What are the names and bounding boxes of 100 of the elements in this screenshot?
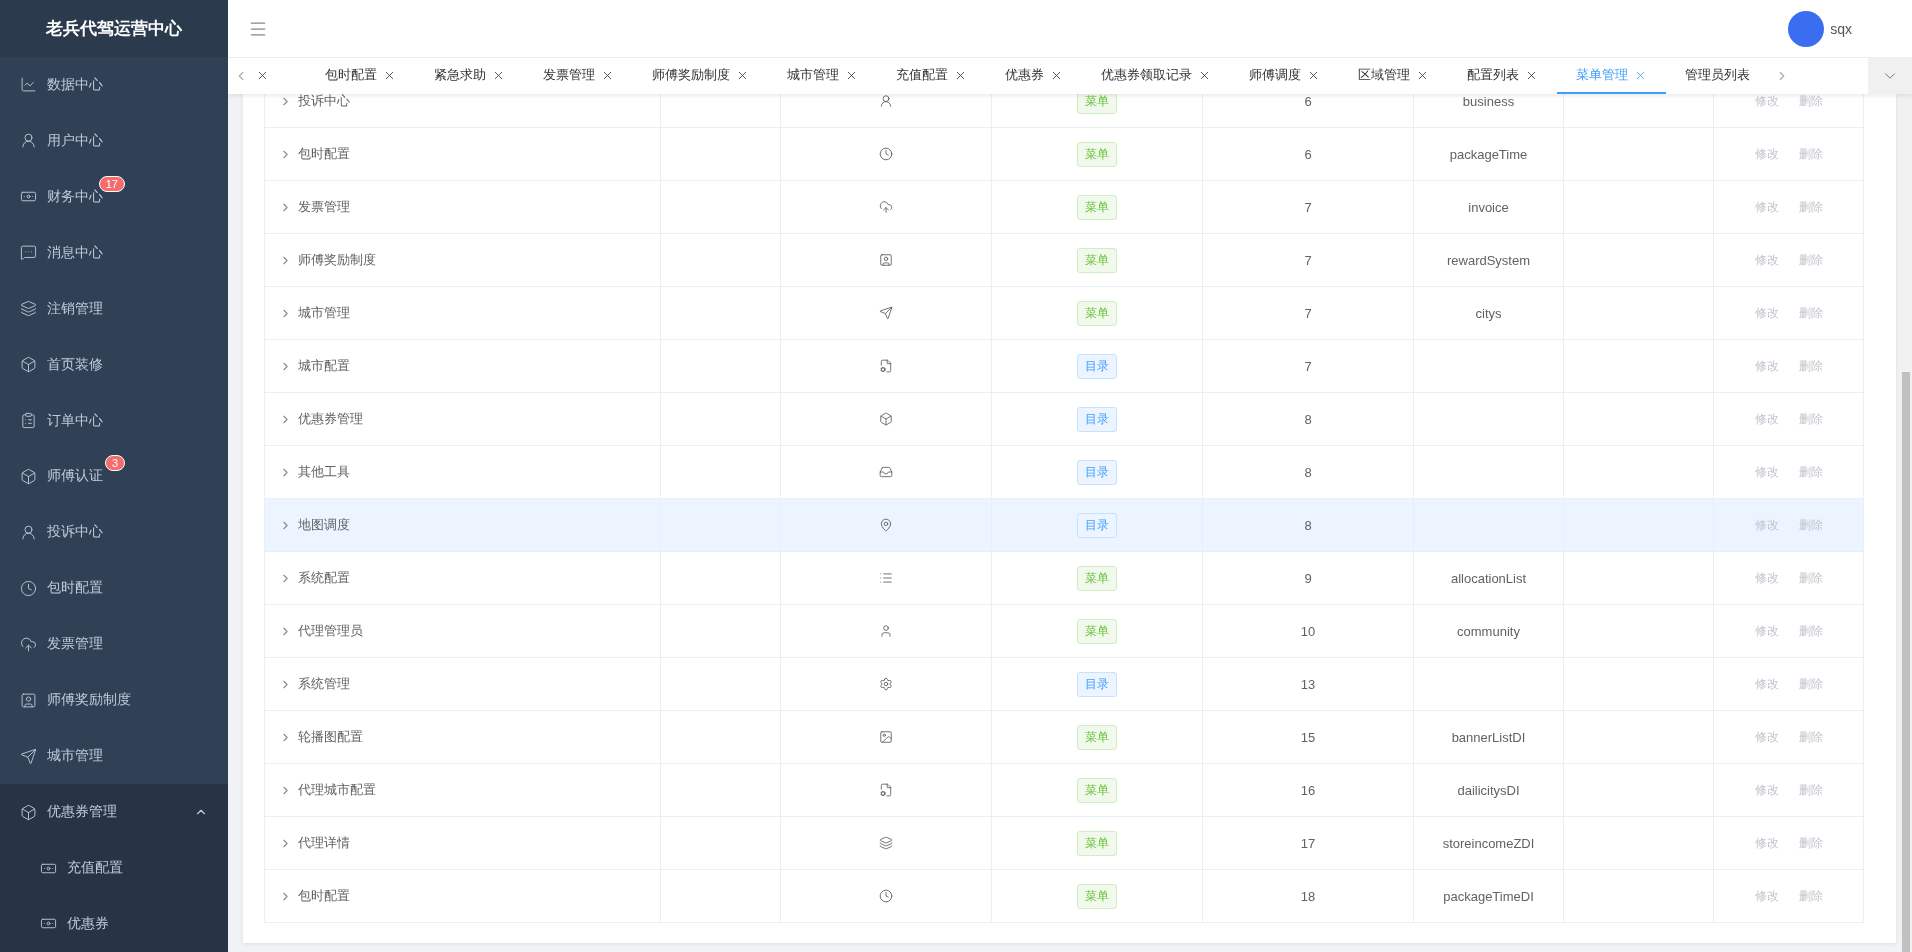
menu-name: 优惠券管理 xyxy=(298,410,363,428)
type-tag: 目录 xyxy=(1077,353,1117,379)
sidebar-item[interactable]: 消息中心 xyxy=(0,224,228,281)
file-gear-icon xyxy=(879,783,893,797)
user-icon xyxy=(879,94,893,108)
user-name[interactable]: sqx xyxy=(1830,20,1852,37)
action-link[interactable]: 修改 xyxy=(1754,145,1779,163)
tab[interactable]: 紧急求助 xyxy=(415,58,524,94)
table-cell: 6 xyxy=(1203,94,1414,128)
table-cell: community xyxy=(1414,605,1564,658)
action-link[interactable]: 修改 xyxy=(1754,251,1779,269)
type-tag: 目录 xyxy=(1077,512,1117,538)
type-tag: 目录 xyxy=(1077,406,1117,432)
table-cell: invoice xyxy=(1414,181,1564,234)
table-cell: 13 xyxy=(1203,658,1414,711)
app-title: 老兵代驾运营中心 xyxy=(0,0,228,57)
avatar[interactable] xyxy=(1788,10,1825,47)
tab[interactable]: 充值配置 xyxy=(877,58,986,94)
action-link[interactable]: 修改 xyxy=(1754,304,1779,322)
send-icon xyxy=(879,306,893,320)
menu-name: 代理管理员 xyxy=(298,622,363,640)
send-icon xyxy=(20,747,37,765)
sidebar-item[interactable]: 注销管理 xyxy=(0,280,228,337)
sidebar-item[interactable]: 财务中心 17 xyxy=(0,168,228,225)
menu-name: 其他工具 xyxy=(298,463,350,481)
sidebar-item[interactable]: 投诉中心 xyxy=(0,504,228,561)
menu-name: 投诉中心 xyxy=(298,94,350,110)
sidebar-item[interactable]: 包时配置 xyxy=(0,560,228,617)
sidebar-item[interactable]: 师傅奖励制度 xyxy=(0,672,228,729)
tab[interactable]: 城市管理 xyxy=(768,58,877,94)
action-link[interactable]: 修改 xyxy=(1754,198,1779,216)
box-icon xyxy=(20,467,37,485)
sidebar-item[interactable]: 发票管理 xyxy=(0,616,228,673)
table-cell: 7 xyxy=(1203,234,1414,287)
table-cell: 8 xyxy=(1203,446,1414,499)
clock-icon xyxy=(20,579,37,597)
menu-name: 包时配置 xyxy=(298,145,350,163)
type-tag: 菜单 xyxy=(1077,94,1117,114)
menu-name: 轮播图配置 xyxy=(298,728,363,746)
tab[interactable]: 优惠券 xyxy=(986,58,1082,94)
sidebar-item[interactable]: 优惠券 xyxy=(0,896,228,952)
table-cell: 7 xyxy=(1203,287,1414,340)
tab[interactable]: 师傅奖励制度 xyxy=(633,58,768,94)
tab[interactable]: 包时配置 xyxy=(306,58,415,94)
action-link[interactable]: 修改 xyxy=(1754,728,1779,746)
action-link[interactable]: 修改 xyxy=(1754,622,1779,640)
type-tag: 菜单 xyxy=(1077,247,1117,273)
sidebar-item[interactable]: 订单中心 xyxy=(0,392,228,449)
type-tag: 目录 xyxy=(1077,671,1117,697)
box-icon xyxy=(20,803,37,821)
type-tag: 菜单 xyxy=(1077,141,1117,167)
sidebar-item[interactable]: 城市管理 xyxy=(0,728,228,785)
map-pin-icon xyxy=(879,518,893,532)
sidebar-item[interactable]: 优惠券管理 xyxy=(0,784,228,841)
user-icon xyxy=(879,624,893,638)
table-cell: dailicitysDI xyxy=(1414,764,1564,817)
action-link[interactable]: 修改 xyxy=(1754,887,1779,905)
type-tag: 菜单 xyxy=(1077,300,1117,326)
menu-name: 城市管理 xyxy=(298,304,350,322)
table-cell: 7 xyxy=(1203,340,1414,393)
count-badge: 3 xyxy=(104,455,125,472)
menu-name: 代理详情 xyxy=(298,834,350,852)
tab[interactable]: 配置列表 xyxy=(1448,58,1557,94)
sidebar-item[interactable]: 师傅认证 3 xyxy=(0,448,228,505)
action-link[interactable]: 修改 xyxy=(1754,94,1779,110)
message-icon xyxy=(20,244,37,262)
table-cell: allocationList xyxy=(1414,552,1564,605)
table-cell: 15 xyxy=(1203,711,1414,764)
action-link[interactable]: 修改 xyxy=(1754,463,1779,481)
scrollbar[interactable] xyxy=(1900,93,1912,952)
action-link[interactable]: 修改 xyxy=(1754,675,1779,693)
action-link[interactable]: 修改 xyxy=(1754,410,1779,428)
tab[interactable]: 发票管理 xyxy=(524,58,633,94)
sidebar-item[interactable]: 首页装修 xyxy=(0,336,228,393)
action-link[interactable]: 修改 xyxy=(1754,781,1779,799)
user-icon xyxy=(20,523,37,541)
cloud-upload-icon xyxy=(879,200,893,214)
menu-name: 系统管理 xyxy=(298,675,350,693)
tab[interactable]: 管理员列表 xyxy=(1666,58,1769,94)
menu-name: 包时配置 xyxy=(298,887,350,905)
clipboard-icon xyxy=(20,412,37,430)
cloud-upload-icon xyxy=(20,635,37,653)
table-cell: business xyxy=(1414,94,1564,128)
table-cell: 17 xyxy=(1203,817,1414,870)
user-icon xyxy=(20,132,37,150)
sidebar-item[interactable]: 用户中心 xyxy=(0,112,228,169)
tab[interactable]: 优惠券领取记录 xyxy=(1082,58,1230,94)
type-tag: 菜单 xyxy=(1077,777,1117,803)
type-tag: 菜单 xyxy=(1077,830,1117,856)
sidebar-item[interactable]: 充值配置 xyxy=(0,840,228,896)
table-cell: 7 xyxy=(1203,181,1414,234)
type-tag: 目录 xyxy=(1077,459,1117,485)
tab[interactable]: 区域管理 xyxy=(1339,58,1448,94)
card-icon xyxy=(879,253,893,267)
action-link[interactable]: 修改 xyxy=(1754,834,1779,852)
sidebar-item[interactable]: 数据中心 xyxy=(0,56,228,113)
action-link[interactable]: 修改 xyxy=(1754,357,1779,375)
action-link[interactable]: 修改 xyxy=(1754,569,1779,587)
layers-icon xyxy=(879,836,893,850)
tab[interactable]: 师傅调度 xyxy=(1230,58,1339,94)
